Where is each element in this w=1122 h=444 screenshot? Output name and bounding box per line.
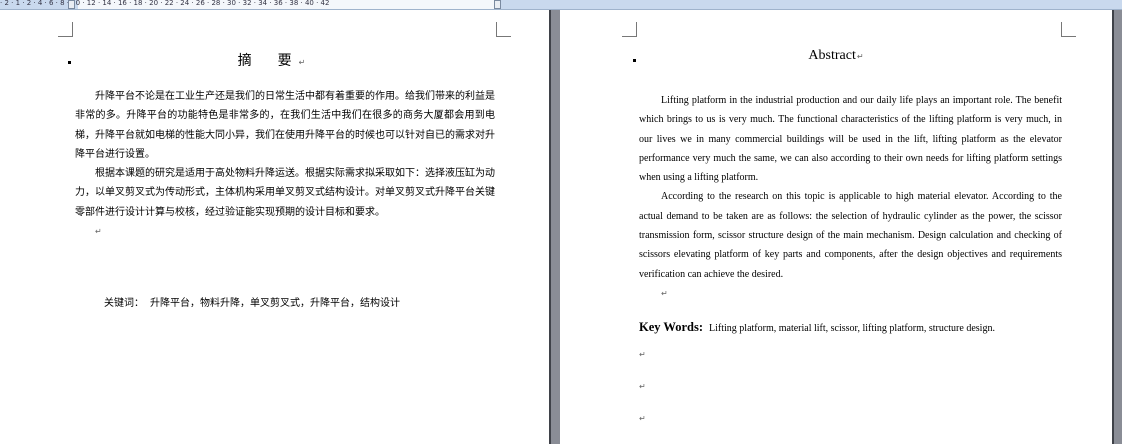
page-gutter bbox=[549, 10, 560, 444]
document-page-left[interactable]: 摘 要↵ 升降平台不论是在工业生产还是我们的日常生活中都有着重要的作用。给我们带… bbox=[0, 10, 549, 444]
title-text: Abstract bbox=[808, 48, 856, 63]
abstract-paragraph: Lifting platform in the industrial produ… bbox=[639, 91, 1062, 187]
empty-paragraph-mark: ↵ bbox=[639, 414, 646, 423]
right-indent-marker[interactable] bbox=[494, 0, 501, 9]
page-gutter-right bbox=[1112, 10, 1122, 444]
keywords-text: Lifting platform, material lift, scissor… bbox=[709, 323, 995, 334]
empty-paragraph-mark: ↵ bbox=[639, 382, 646, 391]
empty-paragraph: ↵ bbox=[75, 222, 495, 241]
horizontal-ruler[interactable]: · 2 · 1 · 2 · 4 · 6 · 8 · 10 · 12 · 14 ·… bbox=[0, 0, 1122, 10]
abstract-body-en[interactable]: Lifting platform in the industrial produ… bbox=[639, 91, 1062, 303]
abstract-paragraph: According to the research on this topic … bbox=[639, 187, 1062, 283]
left-indent-marker[interactable] bbox=[68, 0, 75, 9]
margin-corner-top-left bbox=[58, 22, 73, 37]
paragraph-text: According to the research on this topic … bbox=[639, 191, 1062, 280]
abstract-paragraph: 升降平台不论是在工业生产还是我们的日常生活中都有着重要的作用。给我们带来的利益是… bbox=[75, 87, 495, 164]
keywords-line-cn: 关键词： 升降平台，物料升降，单叉剪叉式，升降平台，结构设计 bbox=[104, 294, 400, 309]
ruler-numbers: · 2 · 1 · 2 · 4 · 6 · 8 · 10 · 12 · 14 ·… bbox=[0, 0, 330, 7]
paragraph-mark-icon: ↵ bbox=[661, 288, 668, 298]
paragraph-mark-icon: ↵ bbox=[298, 58, 312, 67]
paragraph-text: Lifting platform in the industrial produ… bbox=[639, 95, 1062, 184]
margin-corner-top-right bbox=[496, 22, 511, 37]
keywords-line-en: Key Words: Lifting platform, material lif… bbox=[639, 320, 995, 335]
paragraph-mark-icon: ↵ bbox=[95, 227, 102, 237]
keywords-label: 关键词： bbox=[104, 298, 144, 309]
title-text: 摘 要 bbox=[237, 53, 298, 69]
abstract-title-en: Abstract↵ bbox=[560, 48, 1112, 64]
paragraph-text: 根据本课题的研究是适用于高处物料升降运送。根据实际需求拟采取如下：选择液压缸为动… bbox=[75, 168, 495, 218]
empty-paragraph: ↵ bbox=[639, 284, 1062, 303]
document-page-right[interactable]: Abstract↵ Lifting platform in the indust… bbox=[560, 10, 1112, 444]
empty-paragraph-mark: ↵ bbox=[639, 350, 646, 359]
abstract-paragraph: 根据本课题的研究是适用于高处物料升降运送。根据实际需求拟采取如下：选择液压缸为动… bbox=[75, 164, 495, 222]
paragraph-text: 升降平台不论是在工业生产还是我们的日常生活中都有着重要的作用。给我们带来的利益是… bbox=[75, 91, 495, 160]
paragraph-mark-icon: ↵ bbox=[856, 52, 864, 61]
keywords-text: 升降平台，物料升降，单叉剪叉式，升降平台，结构设计 bbox=[150, 298, 400, 309]
abstract-title-cn: 摘 要↵ bbox=[0, 50, 549, 70]
margin-corner-top-left bbox=[622, 22, 637, 37]
margin-corner-top-right bbox=[1061, 22, 1076, 37]
keywords-label: Key Words: bbox=[639, 320, 704, 334]
abstract-body-cn[interactable]: 升降平台不论是在工业生产还是我们的日常生活中都有着重要的作用。给我们带来的利益是… bbox=[75, 87, 495, 241]
